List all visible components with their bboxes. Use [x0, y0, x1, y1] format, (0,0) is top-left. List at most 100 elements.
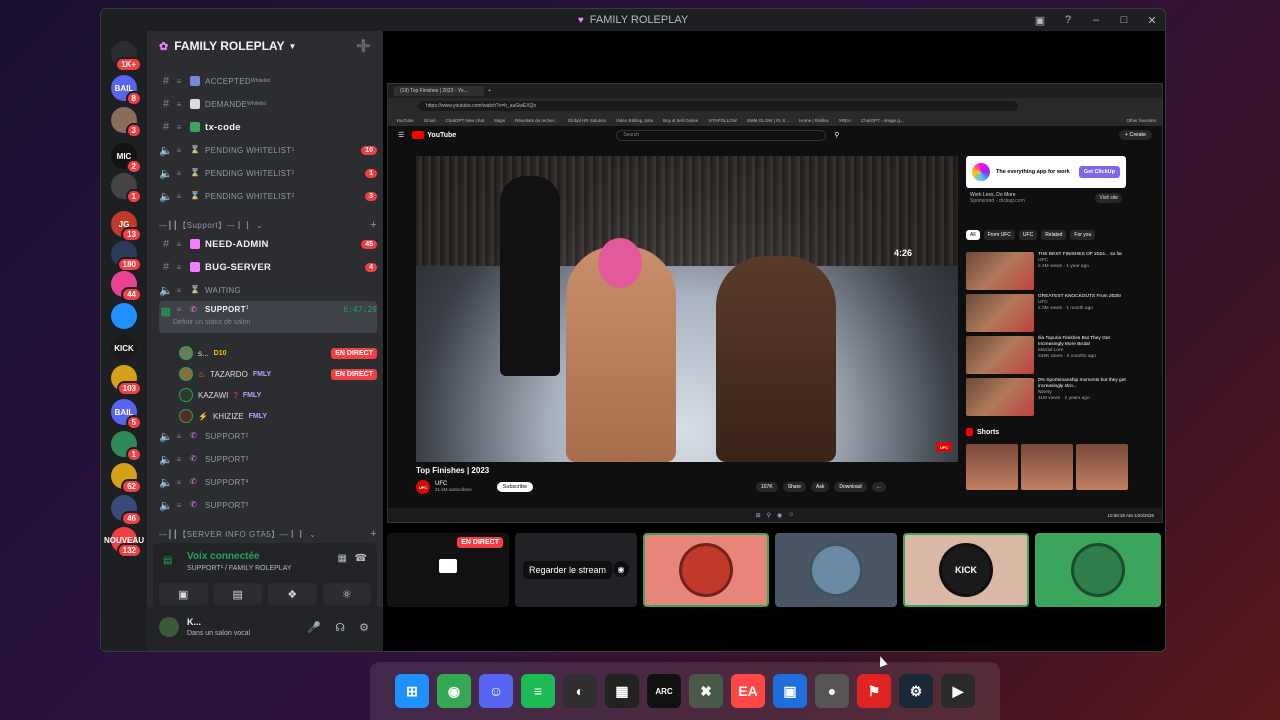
- headphones-icon[interactable]: ☊: [335, 621, 345, 634]
- server-icon[interactable]: 180: [111, 241, 142, 272]
- voice-channel-path[interactable]: SUPPORT¹ / FAMILY ROLEPLAY: [187, 565, 292, 572]
- bookmark[interactable]: ChatGPT - image g...: [861, 118, 903, 123]
- search-icon[interactable]: ⚲: [834, 131, 839, 139]
- obs-icon[interactable]: ◐: [563, 674, 597, 708]
- xbox-pc-icon[interactable]: ▣: [773, 674, 807, 708]
- server-icon[interactable]: 1: [111, 173, 142, 204]
- bookmark[interactable]: Home | Roblox: [799, 118, 829, 123]
- bookmark[interactable]: Gmail: [424, 118, 436, 123]
- bookmark[interactable]: YouTube: [396, 118, 414, 123]
- voice-user[interactable]: ⚡ KHIZIZE FMLY: [179, 406, 377, 426]
- more-button[interactable]: ...: [871, 482, 886, 492]
- filter-chip[interactable]: All: [966, 230, 980, 240]
- flag-icon[interactable]: ⚑: [857, 674, 891, 708]
- search-input[interactable]: Search: [616, 129, 827, 141]
- channel-avatar[interactable]: UFC: [416, 480, 430, 494]
- voice-user[interactable]: s... D10 EN DIRECT: [179, 343, 377, 363]
- category-support[interactable]: ―┃┃【Support】―┃┃ ⌄ +: [159, 218, 377, 232]
- streamed-browser[interactable]: (19) Top Finishes | 2023 - Yo... + https…: [387, 83, 1163, 523]
- participant-tile[interactable]: [775, 533, 897, 607]
- xbox-icon[interactable]: ✖: [689, 674, 723, 708]
- watch-stream-button[interactable]: Regarder le stream: [523, 561, 613, 579]
- server-icon[interactable]: MIC 2: [111, 143, 142, 174]
- ea-icon[interactable]: EA: [731, 674, 765, 708]
- watch-stream-tile[interactable]: Regarder le stream ◉: [515, 533, 637, 607]
- gear-icon[interactable]: ⚙: [359, 621, 369, 634]
- filter-chip[interactable]: For you: [1070, 230, 1096, 240]
- server-icon[interactable]: 103: [111, 365, 142, 396]
- channel-tx-code[interactable]: # ≡ tx-code: [159, 117, 377, 137]
- channel-support-2[interactable]: 🔈 ≡ ✆ SUPPORT 2: [159, 426, 377, 446]
- filter-chip[interactable]: Related: [1041, 230, 1067, 240]
- participant-tile[interactable]: KICK: [903, 533, 1029, 607]
- discord-icon[interactable]: ☺: [479, 674, 513, 708]
- server-icon[interactable]: BAIL 8: [111, 75, 142, 106]
- inbox-icon[interactable]: ▣: [1033, 14, 1047, 27]
- bookmark[interactable]: VITAFOLLOW: [708, 118, 737, 123]
- nvidia-icon[interactable]: ▶: [941, 674, 975, 708]
- server-icon[interactable]: 1K+: [111, 41, 142, 72]
- screen-share-button[interactable]: ▤: [213, 583, 262, 605]
- ask-button[interactable]: Ask: [811, 482, 830, 492]
- participant-tile[interactable]: [1035, 533, 1161, 607]
- chrome-icon[interactable]: ◉: [437, 674, 471, 708]
- menu-icon[interactable]: ☰: [398, 131, 404, 139]
- channel-support-1[interactable]: ▦ ≡ ✆ SUPPORT 1 6:47:29 Définir un statut …: [159, 301, 377, 333]
- eye-icon[interactable]: ◉: [613, 561, 629, 577]
- server-icon[interactable]: NOUVEAU 132: [104, 527, 144, 558]
- bookmark[interactable]: Global HR Solution: [568, 118, 606, 123]
- noise-suppression-icon[interactable]: ▦: [338, 553, 347, 564]
- video-player[interactable]: 4:26 UFC: [416, 156, 958, 462]
- browser-tab[interactable]: (19) Top Finishes | 2023 - Yo...: [394, 86, 484, 96]
- channel-status[interactable]: Définir un statut de salon: [173, 319, 250, 326]
- bookmark[interactable]: Buy & Sell Online: [663, 118, 698, 123]
- channel-accepted[interactable]: # ≡ ACCEPTED Whitelist: [159, 71, 377, 91]
- channel-pending-2[interactable]: 🔈 ≡ ⌛ PENDING WHITELIST 2 1: [159, 163, 377, 183]
- recommendation[interactable]: Ilia Topuria Finishes But They Get Incre…: [966, 336, 1126, 376]
- soundboard-button[interactable]: ⚛: [322, 583, 371, 605]
- voice-status[interactable]: Voix connectée: [187, 551, 260, 562]
- bookmark[interactable]: Résultats de recher...: [515, 118, 558, 123]
- like-button[interactable]: 107K: [756, 482, 778, 492]
- other-favorites[interactable]: Other favorites: [1126, 118, 1156, 123]
- channel-support-5[interactable]: 🔈 ≡ ✆ SUPPORT 5: [159, 495, 377, 515]
- channel-waiting[interactable]: 🔈 ≡ ⌛ WAITING: [159, 280, 377, 300]
- server-icon[interactable]: JG 13: [111, 211, 142, 242]
- steam-icon[interactable]: ⚙: [899, 674, 933, 708]
- maximize-button[interactable]: □: [1117, 14, 1131, 26]
- help-icon[interactable]: ?: [1061, 14, 1075, 26]
- add-channel-icon[interactable]: +: [370, 219, 377, 231]
- server-icon[interactable]: 44: [111, 271, 142, 302]
- bookmark[interactable]: Maps: [494, 118, 505, 123]
- channel-support-4[interactable]: 🔈 ≡ ✆ SUPPORT 4: [159, 472, 377, 492]
- channel-pending-1[interactable]: 🔈 ≡ ⌛ PENDING WHITELIST 1 10: [159, 140, 377, 160]
- download-button[interactable]: Download: [834, 482, 867, 492]
- spotify-icon[interactable]: ≡: [521, 674, 555, 708]
- server-icon[interactable]: BAIL 5: [111, 399, 142, 430]
- voice-user[interactable]: KAZAWI ? FMLY: [179, 385, 377, 405]
- channel-need-admin[interactable]: # ≡ NEED-ADMIN 45: [159, 234, 377, 254]
- server-icon[interactable]: KICK: [111, 335, 137, 361]
- ad-cta-button[interactable]: Get ClickUp: [1078, 166, 1120, 178]
- avatar[interactable]: [159, 617, 179, 637]
- new-tab-icon[interactable]: +: [488, 88, 491, 94]
- subscribe-button[interactable]: Subscribe: [496, 482, 534, 492]
- short-thumbnail[interactable]: [966, 444, 1018, 490]
- windows-icon[interactable]: ⊞: [395, 674, 429, 708]
- voice-user[interactable]: ♨ TAZARDO FMLY EN DIRECT: [179, 364, 377, 384]
- stream-tile[interactable]: EN DIRECT: [387, 533, 509, 607]
- channel-support-3[interactable]: 🔈 ≡ ✆ SUPPORT 3: [159, 449, 377, 469]
- recommendation[interactable]: GREATEST KNOCKOUTS From 2025! UFC 2.3M vie…: [966, 294, 1126, 334]
- bookmark[interactable]: Video Editing Jobs: [616, 118, 653, 123]
- short-thumbnail[interactable]: [1021, 444, 1073, 490]
- visit-site-button[interactable]: Visit site: [1095, 193, 1122, 203]
- add-member-icon[interactable]: ➕: [356, 39, 371, 53]
- url-field[interactable]: https://www.youtube.com/watch?v=h_auGwEX…: [418, 101, 1018, 111]
- gta-icon[interactable]: ●: [815, 674, 849, 708]
- arc-raiders-icon[interactable]: ARC: [647, 674, 681, 708]
- activities-button[interactable]: ❖: [268, 583, 317, 605]
- recommendation[interactable]: 0% Sportsmanship moments but they get in…: [966, 378, 1126, 418]
- server-icon[interactable]: [111, 303, 137, 329]
- bookmark[interactable]: SMM GLOW | #1 S...: [747, 118, 789, 123]
- bookmark[interactable]: XREA: [839, 118, 851, 123]
